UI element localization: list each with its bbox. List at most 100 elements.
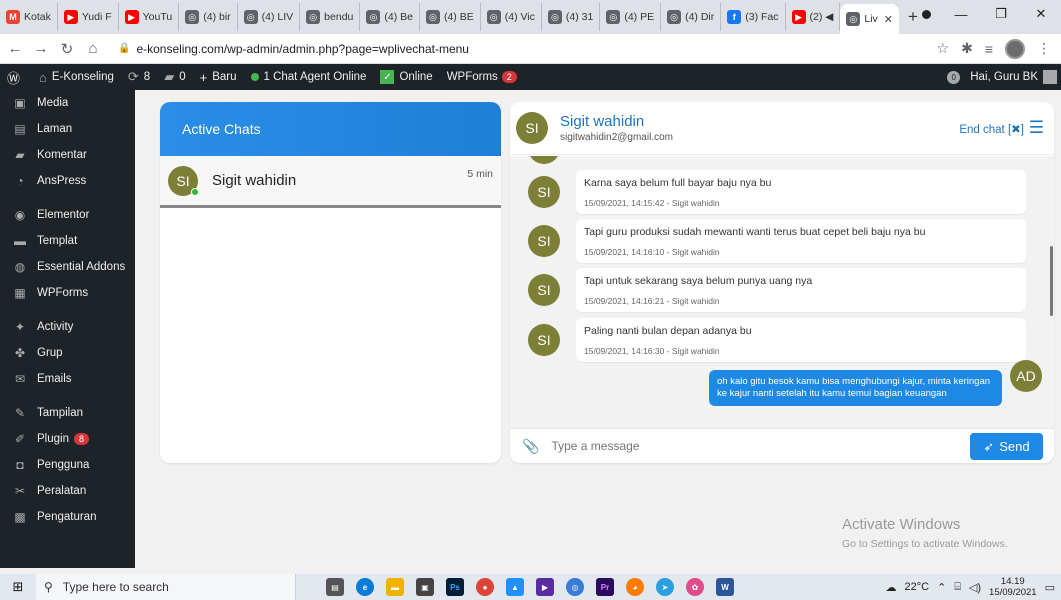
- agents-online-link[interactable]: 1 Chat Agent Online: [244, 64, 374, 90]
- notification-icon[interactable]: 0: [947, 70, 961, 84]
- updates-link[interactable]: ⟳ 8: [121, 64, 157, 90]
- back-button[interactable]: ←: [4, 40, 26, 57]
- close-window-button[interactable]: ✕: [1021, 0, 1061, 28]
- attachment-icon[interactable]: 📎: [522, 438, 539, 455]
- sidebar-item-tampilan[interactable]: ✎ Tampilan: [0, 400, 135, 426]
- sidebar-item-elementor[interactable]: ◉ Elementor: [0, 202, 135, 228]
- tray-chevron-icon[interactable]: ⌃: [937, 581, 946, 594]
- browser-tab[interactable]: ◎ (4) Vic: [481, 3, 542, 31]
- clock[interactable]: 14.19 15/09/2021: [989, 576, 1037, 598]
- message-list[interactable]: SI Karna saya belum full bayar baju nya …: [510, 156, 1054, 428]
- user-avatar[interactable]: [1043, 70, 1057, 84]
- sidebar-item-activity[interactable]: ✦ Activity: [0, 314, 135, 340]
- browser-tab[interactable]: ◎ bendu: [300, 3, 361, 31]
- premiere-icon[interactable]: Pr: [596, 578, 614, 596]
- plugin-icon: ✐: [14, 432, 26, 446]
- browser-tab[interactable]: ◎ (4) 31: [542, 3, 601, 31]
- sidebar-item-anspress[interactable]: ◔ AnsPress: [0, 168, 135, 194]
- browser-tab[interactable]: ◎ (4) Dir: [661, 3, 722, 31]
- wpforms-link[interactable]: WPForms 2: [440, 64, 524, 90]
- sidebar-item-peralatan[interactable]: ✂ Peralatan: [0, 478, 135, 504]
- photos-icon[interactable]: ▲: [506, 578, 524, 596]
- message-input[interactable]: [551, 439, 952, 453]
- sidebar-item-essential-addons[interactable]: ◍ Essential Addons: [0, 254, 135, 280]
- browser-tab[interactable]: ◎ (4) BE: [420, 3, 481, 31]
- browser-tab[interactable]: ▶ Yudi F: [58, 3, 119, 31]
- weather-icon[interactable]: ☁: [886, 581, 897, 594]
- telegram-icon[interactable]: ➤: [656, 578, 674, 596]
- app-icon[interactable]: ✿: [686, 578, 704, 596]
- browser-tab[interactable]: f (3) Fac: [721, 3, 786, 31]
- close-tab-icon[interactable]: ✕: [884, 13, 893, 26]
- sidebar-item-pengguna[interactable]: ◘ Pengguna: [0, 452, 135, 478]
- media-icon: ▣: [14, 96, 26, 110]
- facebook-icon: f: [727, 10, 742, 24]
- forward-button[interactable]: →: [30, 40, 52, 57]
- minimize-button[interactable]: —: [941, 0, 981, 28]
- media-player-icon[interactable]: ▶: [536, 578, 554, 596]
- hamburger-menu-icon[interactable]: ☰: [1029, 118, 1044, 138]
- sidebar-item-emails[interactable]: ✉ Emails: [0, 366, 135, 392]
- avatar-initials: SI: [525, 120, 539, 136]
- profile-dot-icon[interactable]: [911, 0, 941, 28]
- app-icon[interactable]: ◎: [566, 578, 584, 596]
- maximize-button[interactable]: ❐: [981, 0, 1021, 28]
- chat-list-item[interactable]: SI Sigit wahidin 5 min: [160, 156, 501, 208]
- sidebar-item-komentar[interactable]: ▰ Komentar: [0, 142, 135, 168]
- online-status-toggle[interactable]: ✓ Online: [373, 64, 439, 90]
- sidebar-item-wpforms[interactable]: ▦ WPForms: [0, 280, 135, 306]
- browser-tab-active[interactable]: ◎ Liv ✕: [840, 4, 900, 34]
- sidebar-item-templat[interactable]: ▬ Templat: [0, 228, 135, 254]
- end-chat-button[interactable]: End chat [✖]: [959, 122, 1024, 136]
- browser-tab[interactable]: ▶ (2) ◀: [786, 3, 841, 31]
- avatar: AD: [1010, 360, 1042, 392]
- sidebar-item-label: Laman: [37, 123, 73, 135]
- message-scrollbar[interactable]: [1050, 246, 1053, 316]
- globe-icon: ◎: [547, 10, 562, 24]
- message-item: SI Tapi guru produksi sudah mewanti want…: [528, 219, 1026, 263]
- greeting-link[interactable]: Hai, Guru BK: [970, 71, 1038, 83]
- reload-button[interactable]: ↻: [56, 40, 78, 58]
- browser-tab[interactable]: ▶ YouTu: [119, 3, 180, 31]
- sidebar-item-grup[interactable]: ✤ Grup: [0, 340, 135, 366]
- sidebar-item-pengaturan[interactable]: ▩ Pengaturan: [0, 504, 135, 530]
- windows-start-icon[interactable]: ⊞: [0, 579, 36, 595]
- browser-tab[interactable]: ◎ (4) PE: [600, 3, 662, 31]
- store-icon[interactable]: ▣: [416, 578, 434, 596]
- browser-tab[interactable]: ◎ (4) bir: [179, 3, 238, 31]
- reading-list-icon[interactable]: ≡: [985, 41, 993, 57]
- browser-tab[interactable]: ◎ (4) Be: [360, 3, 420, 31]
- notifications-icon[interactable]: ▭: [1045, 581, 1055, 594]
- url-field[interactable]: 🔒 e-konseling.com/wp-admin/admin.php?pag…: [112, 37, 937, 61]
- extensions-icon[interactable]: ✱: [961, 40, 973, 57]
- site-name-link[interactable]: ⌂ E-Konseling: [32, 64, 121, 90]
- browser-tab[interactable]: M Kotak: [0, 3, 58, 31]
- volume-icon[interactable]: ◁): [969, 581, 981, 594]
- comments-link[interactable]: ▰ 0: [157, 64, 192, 90]
- message-text: Paling nanti bulan depan adanya bu: [584, 325, 752, 337]
- file-explorer-icon[interactable]: ▬: [386, 578, 404, 596]
- sidebar-item-plugin[interactable]: ✐ Plugin 8: [0, 426, 135, 452]
- task-view-icon[interactable]: ▤: [326, 578, 344, 596]
- taskbar-search[interactable]: ⚲ Type here to search: [36, 574, 296, 600]
- lock-icon: 🔒: [118, 43, 131, 54]
- home-button[interactable]: ⌂: [82, 40, 104, 57]
- sidebar-item-label: Elementor: [37, 209, 90, 221]
- network-icon[interactable]: ⌸: [954, 581, 961, 594]
- weather-temp[interactable]: 22°C: [905, 581, 930, 593]
- bookmark-star-icon[interactable]: ☆: [937, 40, 950, 57]
- profile-avatar[interactable]: [1005, 38, 1025, 59]
- word-icon[interactable]: W: [716, 578, 734, 596]
- firefox-icon[interactable]: ◕: [626, 578, 644, 596]
- wp-logo-icon[interactable]: Ⓦ: [0, 64, 32, 90]
- new-content-link[interactable]: + Baru: [193, 64, 244, 90]
- browser-menu-icon[interactable]: ⋮: [1037, 40, 1051, 57]
- send-button[interactable]: ➶ Send: [970, 433, 1043, 460]
- sidebar-item-media[interactable]: ▣ Media: [0, 90, 135, 116]
- chrome-icon[interactable]: ●: [476, 578, 494, 596]
- sidebar-item-laman[interactable]: ▤ Laman: [0, 116, 135, 142]
- online-dot-icon: [250, 73, 259, 81]
- photoshop-icon[interactable]: Ps: [446, 578, 464, 596]
- browser-tab[interactable]: ◎ (4) LIV: [238, 3, 301, 31]
- edge-icon[interactable]: e: [356, 578, 374, 596]
